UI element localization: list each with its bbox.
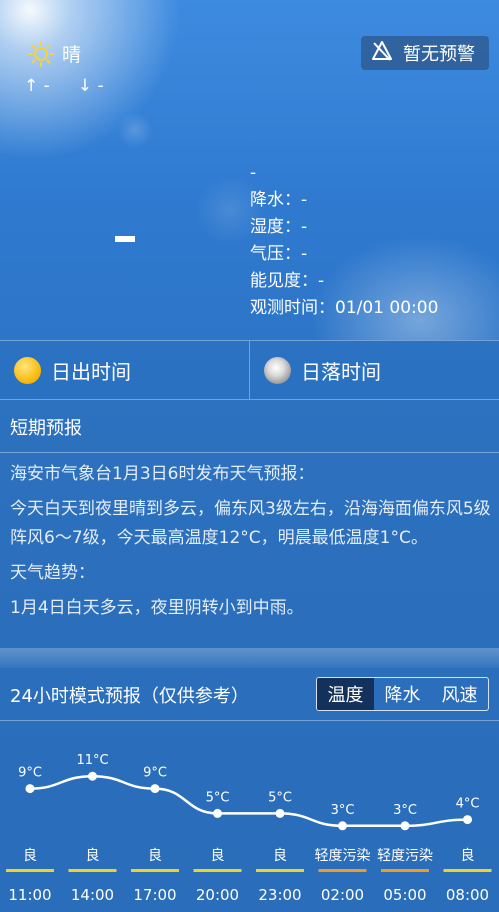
air-quality-bar — [68, 869, 117, 872]
sun-icon — [28, 40, 54, 67]
air-quality-bar — [318, 869, 367, 872]
air-quality-bar — [193, 869, 242, 872]
sunset-icon — [264, 356, 291, 384]
hourly-temperature-chart: 9°C 良 11:00 11°C 良 14:00 9°C 良 17:00 5°C 良 20:00 5°C… — [6, 753, 492, 904]
temperature-data-label: 5°C — [268, 790, 292, 805]
air-quality-label: 良 — [23, 848, 37, 864]
air-quality-bar — [6, 869, 54, 872]
high-temp: ↑ - — [24, 76, 50, 96]
sunrise-cell[interactable]: 日出时间 — [0, 341, 249, 399]
obs-pressure: 气压：- — [250, 244, 308, 264]
temperature-point — [213, 808, 222, 818]
temperature-point — [400, 821, 410, 831]
temperature-point — [150, 784, 160, 794]
air-quality-bar — [256, 869, 304, 872]
x-tick-label: 11:00 — [8, 886, 51, 904]
x-tick-label: 05:00 — [383, 886, 426, 904]
hourly-tabs: 温度 降水 风速 — [316, 677, 489, 711]
observation-panel: - 降水：- 湿度：- 气压：- 能见度：- 观测时间：01/01 00:00 — [250, 160, 438, 322]
temperature-point — [275, 808, 285, 818]
forecast-publisher: 海安市气象台1月3日6时发布天气预报： — [10, 464, 315, 484]
x-tick-label: 02:00 — [321, 886, 364, 904]
temperature-data-label: 11°C — [76, 753, 108, 768]
obs-time: 观测时间：01/01 00:00 — [250, 298, 439, 318]
sunrise-icon — [14, 356, 41, 384]
air-quality-label: 良 — [148, 848, 162, 864]
air-quality-bar — [381, 869, 429, 872]
air-quality-label: 良 — [461, 848, 475, 864]
weather-label: 晴 — [62, 44, 82, 66]
no-warning-icon — [371, 40, 393, 67]
sunrise-label: 日出时间 — [51, 359, 131, 384]
temp-range: ↑ - ↓ - — [24, 76, 104, 96]
x-tick-label: 17:00 — [133, 886, 176, 904]
forecast-trend-title: 天气趋势： — [10, 563, 95, 583]
temperature-data-label: 3°C — [331, 803, 355, 818]
forecast-body: 今天白天到夜里晴到多云，偏东风3级左右，沿海海面偏东风5级阵风6～7级，今天最高… — [10, 499, 491, 548]
temperature-data-label: 4°C — [456, 797, 480, 812]
temperature-data-label: 5°C — [206, 790, 230, 805]
current-weather: 晴 — [28, 40, 81, 67]
obs-precip: 降水：- — [250, 190, 308, 210]
warning-label: 暂无预警 — [403, 44, 475, 65]
low-temp: ↓ - — [77, 76, 104, 96]
air-quality-label: 良 — [273, 848, 287, 864]
air-quality-label: 良 — [211, 848, 225, 864]
obs-visibility: 能见度：- — [250, 271, 325, 291]
short-forecast-text: 海安市气象台1月3日6时发布天气预报： 今天白天到夜里晴到多云，偏东风3级左右，… — [10, 460, 495, 629]
tab-precipitation[interactable]: 降水 — [374, 678, 431, 710]
obs-condition: - — [250, 163, 257, 183]
short-forecast-title: 短期预报 — [10, 418, 82, 439]
air-quality-label: 轻度污染 — [315, 848, 371, 864]
section-band — [0, 648, 499, 668]
air-quality-label: 良 — [86, 848, 100, 864]
forecast-trend: 1月4日白天多云，夜里阴转小到中雨。 — [10, 598, 304, 618]
warning-button[interactable]: 暂无预警 — [361, 36, 489, 70]
temperature-data-label: 9°C — [143, 766, 167, 781]
current-temperature-placeholder — [115, 236, 135, 242]
temperature-point — [338, 821, 347, 831]
x-tick-label: 08:00 — [446, 886, 489, 904]
air-quality-bar — [131, 869, 179, 872]
air-quality-bar — [443, 869, 492, 872]
temperature-point — [25, 784, 35, 794]
divider — [0, 452, 499, 453]
obs-humidity: 湿度：- — [250, 217, 308, 237]
temperature-series-line — [29, 774, 468, 828]
sunset-cell[interactable]: 日落时间 — [249, 341, 499, 399]
x-tick-label: 14:00 — [71, 886, 114, 904]
divider — [0, 720, 499, 721]
air-quality-label: 轻度污染 — [377, 848, 433, 864]
sun-times-row: 日出时间 日落时间 — [0, 340, 499, 400]
tab-wind-speed[interactable]: 风速 — [431, 678, 488, 710]
tab-temperature[interactable]: 温度 — [317, 678, 374, 710]
x-tick-label: 20:00 — [196, 886, 239, 904]
temperature-point — [88, 771, 97, 781]
sunset-label: 日落时间 — [301, 359, 381, 384]
x-tick-label: 23:00 — [258, 886, 301, 904]
temperature-point — [463, 815, 472, 825]
temperature-data-label: 9°C — [18, 766, 42, 781]
hourly-title: 24小时模式预报（仅供参考） — [10, 686, 249, 707]
temperature-data-label: 3°C — [393, 803, 417, 818]
